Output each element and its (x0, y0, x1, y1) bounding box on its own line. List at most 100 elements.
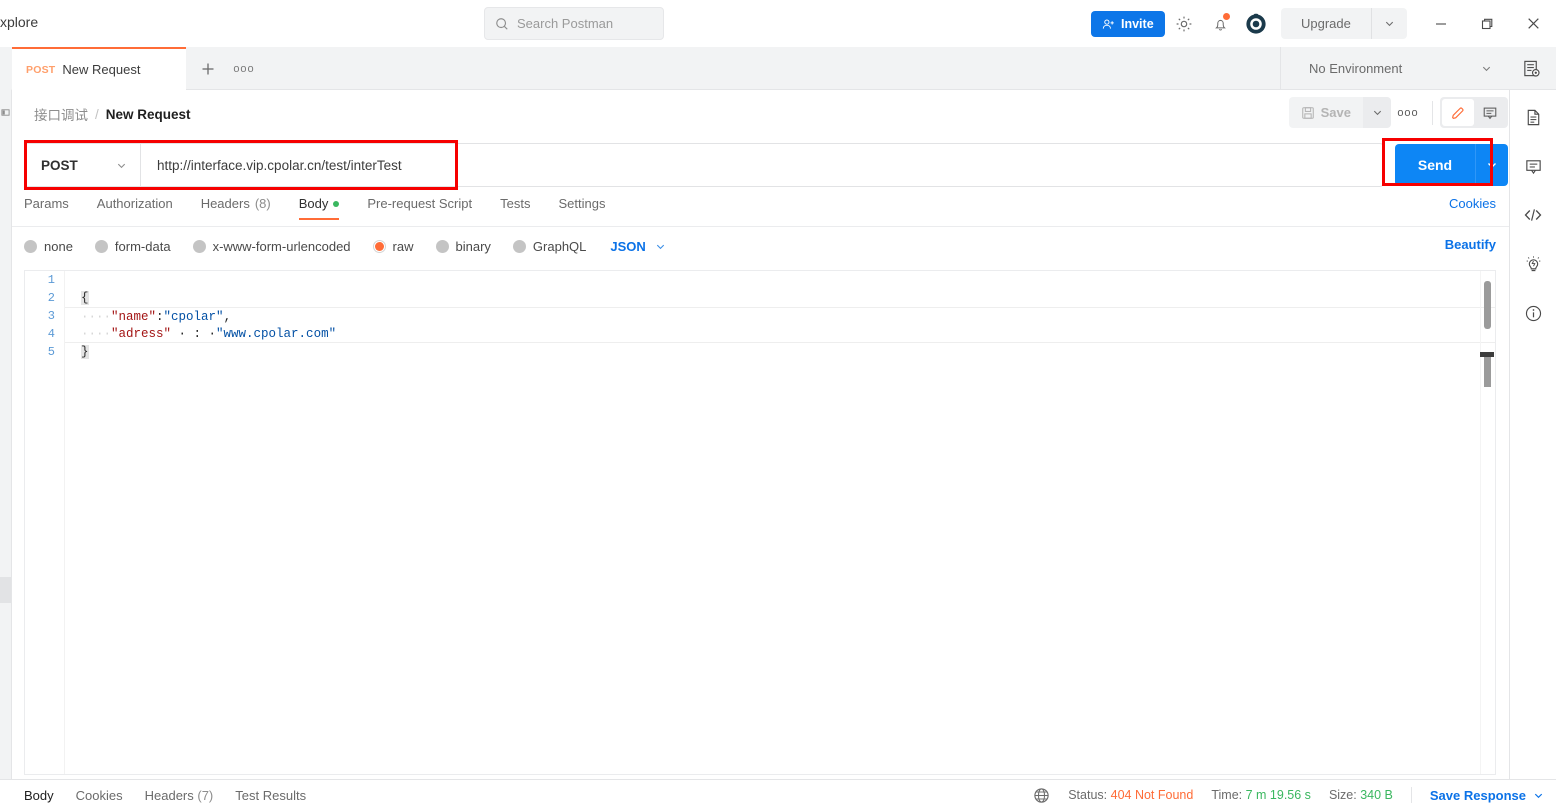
code-snippet-button[interactable] (1518, 202, 1548, 228)
radio-icon (513, 240, 526, 253)
upgrade-dropdown-button[interactable] (1372, 18, 1407, 29)
avatar[interactable] (1244, 12, 1268, 36)
pencil-icon (1450, 105, 1466, 121)
code-token-brace: { (81, 291, 89, 305)
invite-button[interactable]: Invite (1091, 11, 1165, 37)
status-badge[interactable]: Status: 404 Not Found (1068, 788, 1193, 802)
body-option-form-data[interactable]: form-data (95, 239, 171, 254)
tab-options-button[interactable]: ooo (232, 59, 256, 79)
time-badge[interactable]: Time: 7 m 19.56 s (1211, 788, 1311, 802)
code-token-brace: } (81, 345, 89, 359)
edit-mode-button[interactable] (1442, 99, 1474, 126)
send-button[interactable]: Send (1395, 144, 1475, 186)
tab-authorization[interactable]: Authorization (97, 196, 173, 220)
response-bar: Body Cookies Headers (7) Test Results St… (0, 779, 1556, 810)
body-modified-dot (333, 201, 339, 207)
lightbulb-icon (1524, 255, 1543, 274)
environment-selector[interactable]: No Environment (1281, 61, 1506, 76)
environment-quick-look-button[interactable] (1506, 47, 1556, 89)
info-button[interactable] (1518, 300, 1548, 326)
tab-settings[interactable]: Settings (558, 196, 605, 220)
window-minimize-button[interactable] (1425, 8, 1457, 39)
url-bar: POST Send (24, 143, 1496, 187)
editor-gutter: 1 2 3 4 5 (25, 271, 65, 775)
documentation-button[interactable] (1518, 104, 1548, 130)
tab-strip: POST New Request ooo No Environment (0, 47, 1556, 90)
floppy-disk-icon (1301, 106, 1315, 120)
explore-label[interactable]: xplore (0, 14, 38, 30)
request-more-button[interactable]: ooo (1391, 97, 1425, 128)
size-label: Size: (1329, 788, 1357, 802)
settings-button[interactable] (1172, 12, 1196, 36)
code-token-indent: ···· (81, 327, 111, 341)
send-dropdown-button[interactable] (1475, 144, 1508, 186)
editor-code[interactable]: { ····"name":"cpolar", ····"adress" · : … (65, 271, 1495, 775)
response-tab-body[interactable]: Body (24, 788, 54, 803)
cookies-link[interactable]: Cookies (1449, 196, 1496, 211)
save-response-button[interactable]: Save Response (1430, 788, 1544, 803)
environment-quick-look-icon (1522, 59, 1541, 78)
response-tab-cookies[interactable]: Cookies (76, 788, 123, 803)
editor-scrollbar-track[interactable] (1480, 271, 1495, 775)
notifications-button[interactable] (1208, 12, 1232, 36)
body-option-graphql[interactable]: GraphQL (513, 239, 586, 254)
editor-scrollbar-thumb[interactable] (1484, 281, 1491, 329)
save-dropdown-button[interactable] (1363, 97, 1391, 128)
comments-button[interactable] (1518, 153, 1548, 179)
ellipsis-icon: ooo (1397, 107, 1418, 119)
body-option-form-data-label: form-data (115, 239, 171, 254)
window-maximize-button[interactable] (1471, 8, 1503, 39)
body-format-selector[interactable]: JSON (610, 239, 665, 254)
body-option-raw[interactable]: raw (373, 239, 414, 254)
tab-body[interactable]: Body (299, 196, 340, 220)
radio-icon (436, 240, 449, 253)
response-tab-test-results[interactable]: Test Results (235, 788, 306, 803)
status-value: 404 Not Found (1111, 788, 1194, 802)
size-badge[interactable]: Size: 340 B (1329, 788, 1393, 802)
top-bar: xplore Search Postman Invite (0, 0, 1556, 47)
tab-headers-count: (8) (255, 196, 271, 211)
window-close-button[interactable] (1517, 8, 1549, 39)
plus-icon (200, 61, 216, 77)
beautify-button[interactable]: Beautify (1445, 237, 1496, 252)
body-option-none[interactable]: none (24, 239, 73, 254)
url-input[interactable] (141, 144, 1383, 186)
sidebar-scroll-indicator[interactable] (0, 577, 11, 603)
body-editor[interactable]: 1 2 3 4 5 { ····"name":"cpolar", ····"ad… (24, 270, 1496, 775)
tab-pre-request-script-label: Pre-request Script (367, 196, 472, 211)
tab-pre-request-script[interactable]: Pre-request Script (367, 196, 472, 220)
response-tabs: Body Cookies Headers (7) Test Results (24, 788, 306, 803)
response-tab-headers-label: Headers (145, 788, 194, 803)
header-divider (1432, 101, 1433, 125)
line-number: 5 (25, 343, 64, 361)
network-button[interactable] (1033, 787, 1050, 804)
close-icon (1526, 16, 1541, 31)
response-tab-headers[interactable]: Headers (7) (145, 788, 214, 803)
new-tab-button[interactable] (197, 58, 219, 80)
globe-icon (1033, 787, 1050, 804)
tab-params-label: Params (24, 196, 69, 211)
breadcrumb-collection[interactable]: 接口调试 (34, 104, 88, 124)
tab-headers[interactable]: Headers (8) (201, 196, 271, 220)
upgrade-button[interactable]: Upgrade (1281, 8, 1371, 39)
request-tab-title: New Request (62, 62, 140, 77)
code-line: { (65, 289, 1495, 307)
code-token-key: "name" (111, 310, 156, 324)
response-tab-headers-count: (7) (197, 788, 213, 803)
search-input[interactable]: Search Postman (484, 7, 664, 40)
body-option-urlencoded[interactable]: x-www-form-urlencoded (193, 239, 351, 254)
breadcrumb-separator: / (95, 107, 99, 122)
sidebar-collapse-button[interactable] (0, 104, 11, 120)
request-tab[interactable]: POST New Request (12, 47, 186, 90)
comment-mode-button[interactable] (1474, 99, 1506, 126)
method-selector[interactable]: POST (25, 144, 141, 186)
save-button[interactable]: Save (1289, 97, 1363, 128)
tab-tests[interactable]: Tests (500, 196, 530, 220)
body-option-binary[interactable]: binary (436, 239, 491, 254)
size-value: 340 B (1360, 788, 1393, 802)
examples-button[interactable] (1518, 251, 1548, 277)
chevron-down-icon (1486, 159, 1498, 171)
chevron-down-icon (1372, 107, 1383, 118)
tab-params[interactable]: Params (24, 196, 69, 220)
editor-scrollbar-thumb-lower[interactable] (1484, 357, 1491, 387)
